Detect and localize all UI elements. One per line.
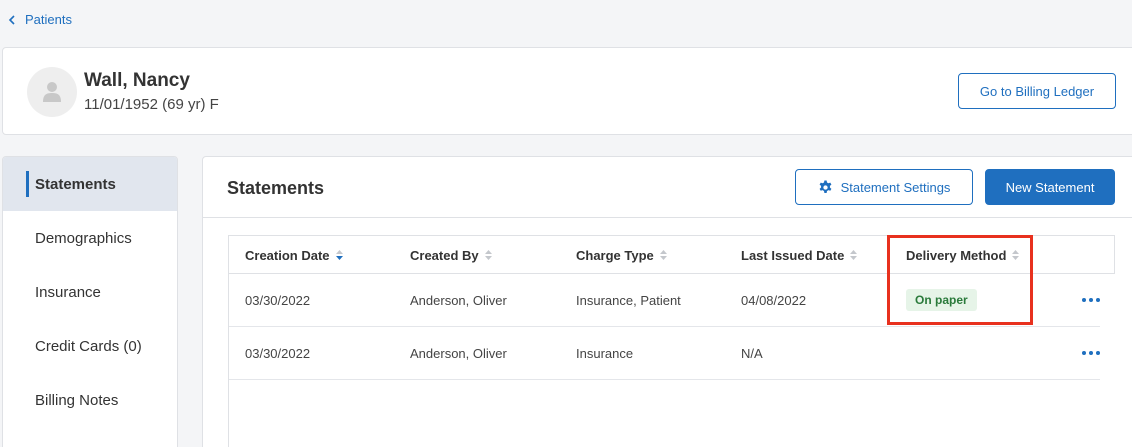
sidebar-item-credit-cards[interactable]: Credit Cards (0) [3, 319, 177, 373]
column-header-delivery-method[interactable]: Delivery Method [906, 236, 1020, 274]
sidebar-item-label: Insurance [35, 283, 101, 301]
table-row[interactable]: 03/30/2022 Anderson, Oliver Insurance N/… [229, 327, 1100, 380]
sort-icon [1012, 250, 1020, 260]
avatar [27, 67, 77, 117]
column-header-label: Charge Type [576, 247, 654, 263]
more-options-icon[interactable] [1082, 274, 1100, 326]
sort-icon [850, 250, 858, 260]
patient-dob-age-sex: 11/01/1952 (69 yr) F [84, 96, 219, 113]
delivery-method-badge: On paper [906, 289, 977, 311]
breadcrumb-patients[interactable]: Patients [8, 12, 72, 27]
cell-charge-type: Insurance, Patient [576, 292, 681, 308]
sidebar-item-label: Billing Notes [35, 391, 119, 409]
sidebar-item-label: Demographics [35, 229, 132, 247]
patient-header-card: Wall, Nancy 11/01/1952 (69 yr) F Go to B… [2, 47, 1132, 135]
column-header-label: Created By [410, 247, 479, 263]
sidebar: Statements Demographics Insurance Credit… [2, 156, 178, 447]
statement-settings-label: Statement Settings [840, 179, 951, 195]
table-header: Creation Date Created By Charge Type Las… [229, 235, 1115, 274]
cell-created-by: Anderson, Oliver [410, 292, 507, 308]
statement-settings-button[interactable]: Statement Settings [795, 169, 973, 205]
chevron-left-icon [8, 14, 15, 25]
sidebar-item-billing-notes[interactable]: Billing Notes [3, 373, 177, 427]
sidebar-item-statements[interactable]: Statements [3, 157, 177, 211]
statements-table: Creation Date Created By Charge Type Las… [228, 235, 1115, 447]
sidebar-item-label: Statements [35, 175, 116, 193]
statements-panel: Statements Statement Settings New Statem… [202, 156, 1132, 447]
cell-delivery-method: On paper [906, 274, 977, 326]
cell-charge-type: Insurance [576, 345, 634, 361]
cell-creation-date: 03/30/2022 [245, 345, 311, 361]
column-header-charge-type[interactable]: Charge Type [576, 236, 668, 274]
sidebar-item-insurance[interactable]: Insurance [3, 265, 177, 319]
divider [203, 217, 1132, 218]
go-to-billing-ledger-button[interactable]: Go to Billing Ledger [958, 73, 1116, 109]
column-header-creation-date[interactable]: Creation Date [245, 236, 344, 274]
table-row[interactable]: 03/30/2022 Anderson, Oliver Insurance, P… [229, 274, 1100, 327]
sidebar-item-label: Credit Cards (0) [35, 337, 142, 355]
cell-created-by: Anderson, Oliver [410, 345, 507, 361]
sort-icon [484, 250, 492, 260]
more-options-icon[interactable] [1082, 327, 1100, 379]
gear-icon [819, 179, 831, 193]
column-header-last-issued-date[interactable]: Last Issued Date [741, 236, 858, 274]
sort-descending-icon [335, 250, 343, 260]
patient-name: Wall, Nancy [84, 70, 190, 91]
new-statement-button[interactable]: New Statement [985, 169, 1115, 205]
cell-last-issued-date: 04/08/2022 [741, 292, 807, 308]
sidebar-item-demographics[interactable]: Demographics [3, 211, 177, 265]
person-icon [43, 82, 61, 102]
cell-creation-date: 03/30/2022 [245, 292, 311, 308]
column-header-label: Creation Date [245, 247, 330, 263]
breadcrumb-label: Patients [25, 12, 72, 27]
cell-last-issued-date: N/A [741, 345, 763, 361]
column-header-created-by[interactable]: Created By [410, 236, 493, 274]
column-header-label: Last Issued Date [741, 247, 845, 263]
sort-icon [659, 250, 667, 260]
page-title: Statements [227, 178, 325, 198]
column-header-label: Delivery Method [906, 247, 1007, 263]
